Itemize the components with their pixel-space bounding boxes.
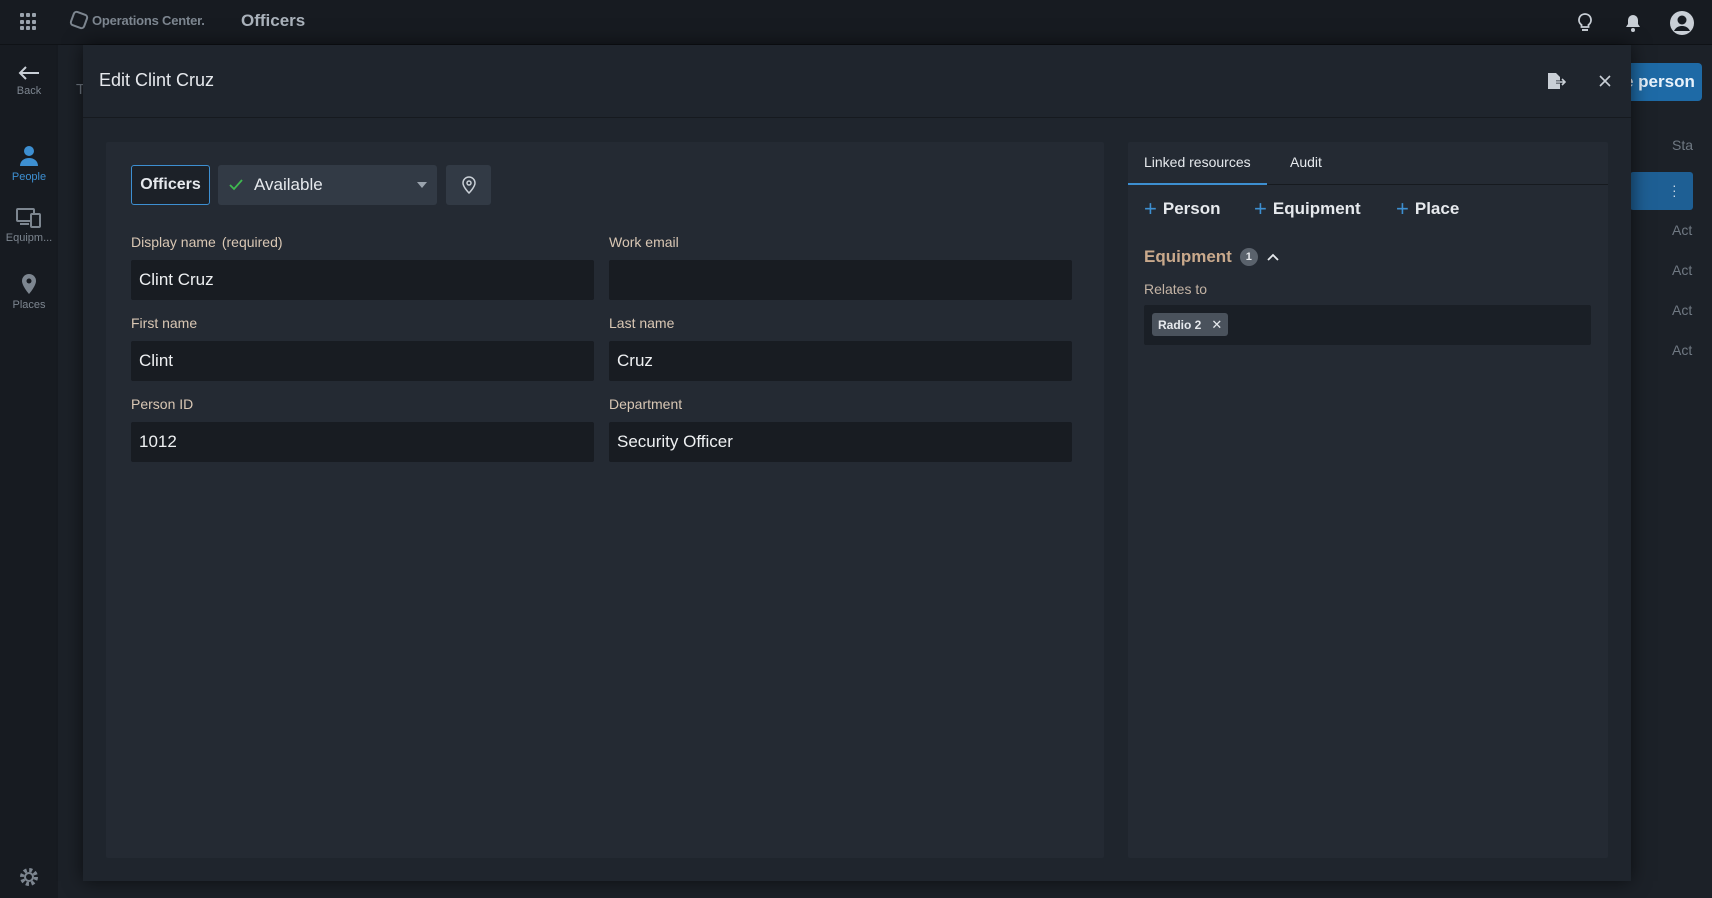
background-row-status: Act <box>1672 302 1693 318</box>
devices-icon <box>16 208 41 228</box>
plus-icon: + <box>1144 196 1157 221</box>
tag-label: Radio 2 <box>1158 317 1202 332</box>
apps-grid-icon[interactable] <box>20 13 38 31</box>
last-name-label: Last name <box>609 315 675 331</box>
back-label: Back <box>16 85 42 97</box>
export-icon[interactable] <box>1544 69 1568 93</box>
dialog-title: Edit Clint Cruz <box>99 70 215 90</box>
person-id-label: Person ID <box>131 396 194 412</box>
gear-icon[interactable] <box>18 866 40 893</box>
location-pin-icon <box>461 176 476 194</box>
add-place-link[interactable]: + Place <box>1396 196 1460 221</box>
top-bar: Operations Center. Officers <box>0 0 1712 45</box>
brand-name: Operations Center. <box>92 12 205 28</box>
location-pin-icon <box>22 274 36 294</box>
close-icon[interactable] <box>1593 69 1617 93</box>
rail-item-label: People <box>11 171 47 183</box>
lightbulb-icon[interactable] <box>1574 12 1596 34</box>
tab-audit[interactable]: Audit <box>1274 142 1338 185</box>
last-name-input[interactable] <box>609 341 1072 381</box>
type-chip[interactable]: Officers <box>131 165 210 205</box>
first-name-input[interactable] <box>131 341 594 381</box>
section-title: Equipment <box>1144 247 1232 266</box>
add-link-label: Place <box>1414 199 1460 218</box>
chevron-down-icon <box>417 182 427 188</box>
rail-item-label: Places <box>12 299 46 311</box>
status-select[interactable]: Available <box>218 165 437 205</box>
add-equipment-link[interactable]: + Equipment <box>1254 196 1361 221</box>
back-button[interactable]: Back <box>0 65 58 97</box>
rail-item-places[interactable]: Places <box>0 273 58 311</box>
display-name-input[interactable] <box>131 260 594 300</box>
background-row-status: Act <box>1672 342 1693 358</box>
equipment-tag: Radio 2 ✕ <box>1152 313 1229 336</box>
plus-icon: + <box>1254 196 1267 221</box>
rail-item-label: Equipm... <box>5 232 53 244</box>
rail-item-people[interactable]: People <box>0 145 58 183</box>
rail-item-equipment[interactable]: Equipm... <box>0 208 58 244</box>
brand[interactable]: Operations Center. <box>68 9 205 31</box>
background-column-header: Sta <box>1672 137 1694 153</box>
tab-linked-resources[interactable]: Linked resources <box>1128 142 1267 185</box>
person-id-input[interactable] <box>131 422 594 462</box>
page-title: Officers <box>241 11 306 30</box>
display-name-label: Display name (required) <box>131 234 283 250</box>
count-badge: 1 <box>1239 248 1258 266</box>
bell-icon[interactable] <box>1622 12 1644 34</box>
work-email-label: Work email <box>609 234 679 250</box>
chevron-up-icon <box>1267 253 1279 261</box>
department-label: Department <box>609 396 683 412</box>
person-form-panel: Officers Available Display name (required… <box>106 142 1104 858</box>
more-vertical-icon[interactable]: · · · <box>1672 178 1677 202</box>
first-name-label: First name <box>131 315 198 331</box>
background-row-status: Act <box>1672 222 1693 238</box>
plus-icon: + <box>1396 196 1409 221</box>
status-value: Available <box>254 175 323 194</box>
person-icon <box>20 146 38 166</box>
relates-to-field[interactable]: Radio 2 ✕ <box>1144 305 1591 345</box>
background-selected-row[interactable]: · · · <box>1630 172 1693 210</box>
remove-tag-icon[interactable]: ✕ <box>1211 317 1222 333</box>
brand-logo-icon <box>68 9 90 31</box>
equipment-section-toggle[interactable]: Equipment 1 <box>1144 247 1280 267</box>
dialog-header: Edit Clint Cruz <box>83 45 1631 118</box>
display-name-label-text: Display name <box>131 234 216 250</box>
department-input[interactable] <box>609 422 1072 462</box>
left-rail: Back People Equipm... Places <box>0 45 58 898</box>
user-avatar-icon[interactable] <box>1669 10 1695 36</box>
add-link-label: Person <box>1162 199 1221 218</box>
linked-resources-panel: Linked resources Audit + Person + Equipm… <box>1128 142 1608 858</box>
edit-person-dialog: Edit Clint Cruz Officers Available Displ… <box>83 45 1631 881</box>
add-link-label: Equipment <box>1272 199 1361 218</box>
required-note: (required) <box>221 234 283 250</box>
location-button[interactable] <box>446 165 491 205</box>
tab-bar: Linked resources Audit <box>1128 142 1608 185</box>
check-icon <box>229 179 243 191</box>
relates-to-label: Relates to <box>1144 281 1208 297</box>
arrow-left-icon <box>18 66 39 80</box>
work-email-input[interactable] <box>609 260 1072 300</box>
add-person-link[interactable]: + Person <box>1144 196 1221 221</box>
background-row-status: Act <box>1672 262 1693 278</box>
